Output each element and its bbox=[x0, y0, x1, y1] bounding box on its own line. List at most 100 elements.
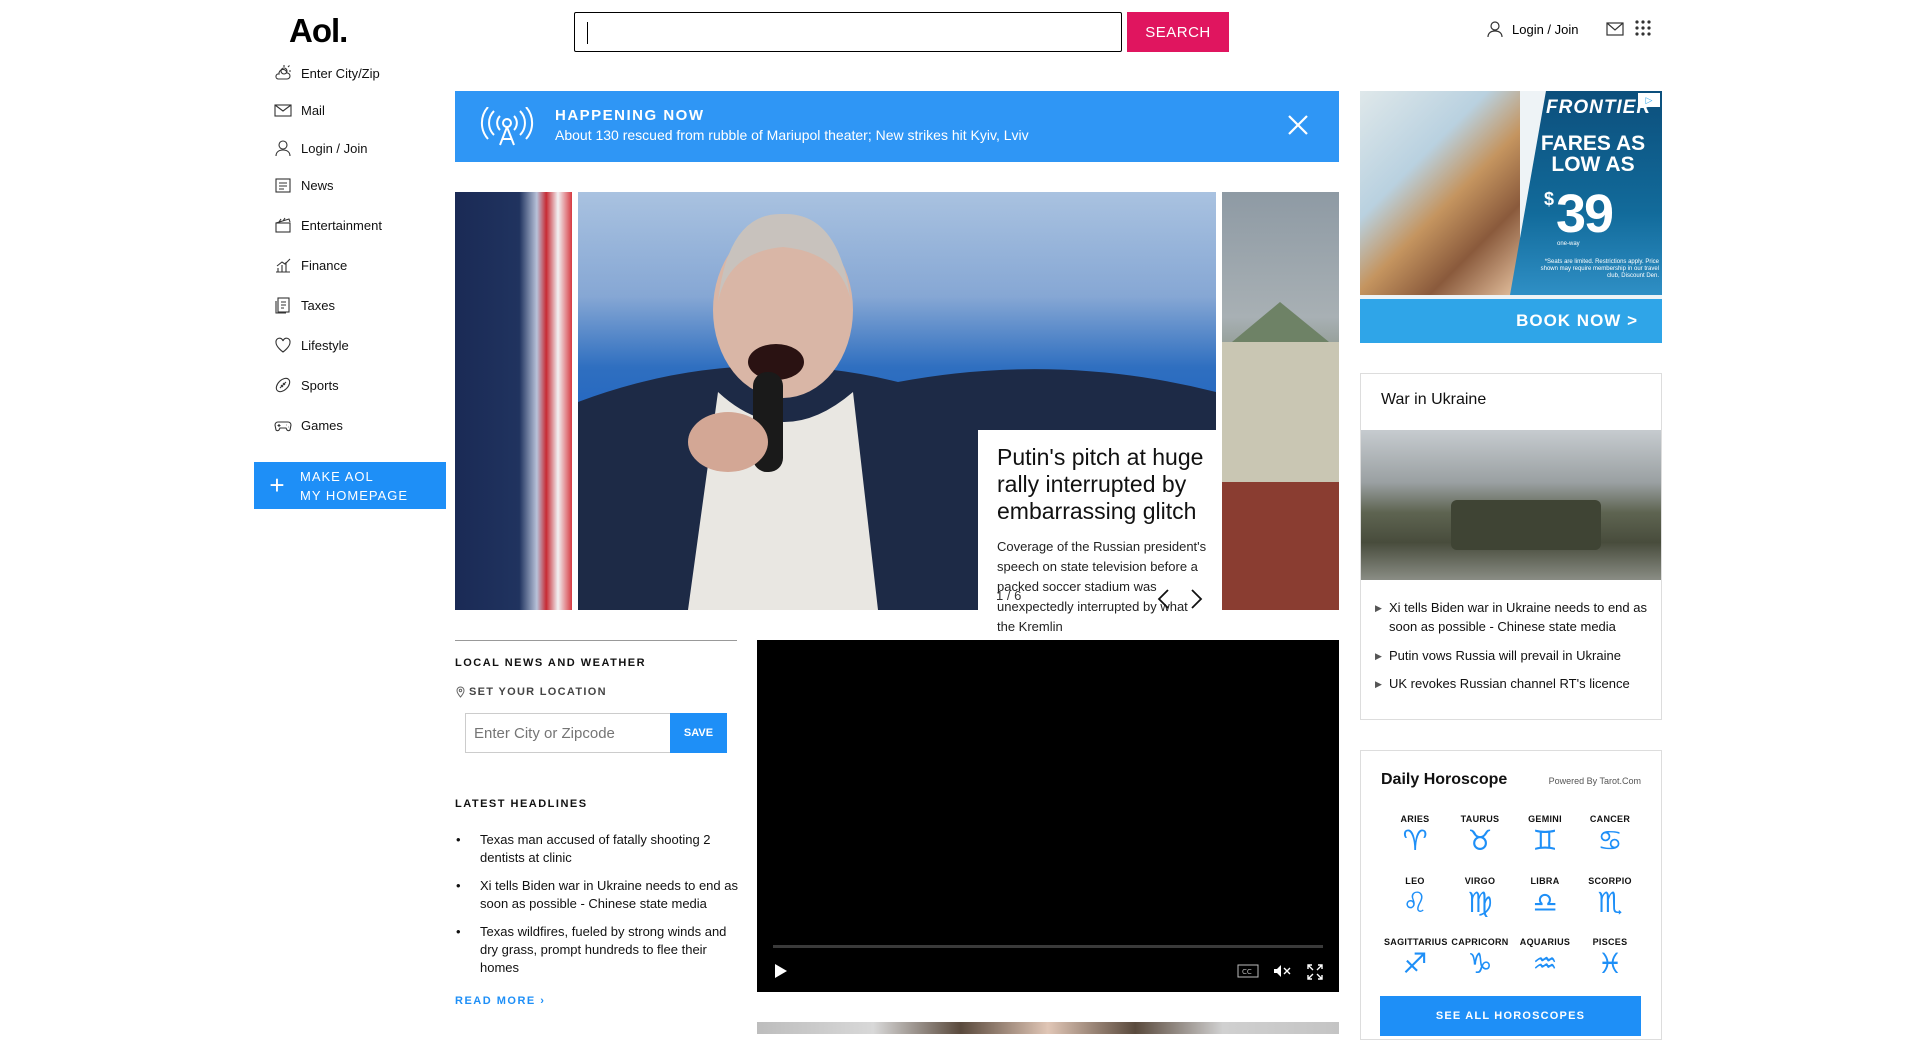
sidebar-item-taxes[interactable]: Taxes bbox=[274, 296, 335, 314]
broadcast-icon bbox=[480, 107, 534, 146]
sidebar-item-games[interactable]: Games bbox=[274, 416, 343, 434]
sign-name: ARIES bbox=[1400, 814, 1430, 824]
heart-icon bbox=[275, 337, 291, 353]
gamepad-icon bbox=[274, 421, 292, 432]
sign-scorpio[interactable]: SCORPIO ♏ bbox=[1579, 876, 1641, 920]
set-location-link[interactable]: SET YOUR LOCATION bbox=[456, 686, 607, 698]
leo-icon: ♌ bbox=[1402, 886, 1428, 919]
carousel-story-card[interactable]: Putin's pitch at huge rally interrupted … bbox=[978, 430, 1222, 642]
save-location-button[interactable]: SAVE bbox=[670, 713, 727, 753]
sidebar-item-weather[interactable]: Enter City/Zip bbox=[274, 64, 380, 82]
ad-brand: FRONTIER bbox=[1546, 97, 1652, 118]
sign-leo[interactable]: LEO ♌ bbox=[1384, 876, 1446, 920]
kremlin-photo-illustration bbox=[1222, 302, 1339, 610]
sign-taurus[interactable]: TAURUS ♉ bbox=[1449, 814, 1511, 858]
capricorn-icon: ♑ bbox=[1467, 947, 1493, 980]
book-now-button[interactable]: BOOK NOW > bbox=[1360, 299, 1662, 343]
virgo-icon: ♍ bbox=[1467, 886, 1493, 919]
frontier-ad[interactable]: FRONTIER FARES AS LOW AS $ 39 one-way *S… bbox=[1360, 91, 1662, 343]
aol-logo[interactable]: Aol. bbox=[289, 12, 348, 50]
headline-item[interactable]: Xi tells Biden war in Ukraine needs to e… bbox=[456, 877, 741, 913]
sign-name: CANCER bbox=[1589, 814, 1631, 824]
headline-item[interactable]: Texas man accused of fatally shooting 2 … bbox=[456, 831, 741, 867]
user-icon bbox=[275, 140, 291, 157]
chart-icon bbox=[276, 258, 291, 273]
sign-name: LEO bbox=[1405, 876, 1425, 886]
clapperboard-icon bbox=[275, 217, 291, 233]
local-news-heading: LOCAL NEWS AND WEATHER bbox=[455, 657, 647, 669]
sidebar-item-label: Taxes bbox=[301, 297, 335, 313]
sidebar-item-login[interactable]: Login / Join bbox=[274, 139, 368, 157]
carousel-prev-slide-image[interactable] bbox=[455, 192, 572, 610]
make-homepage-button[interactable]: + MAKE AOL MY HOMEPAGE bbox=[254, 462, 446, 509]
headline-item[interactable]: Texas wildfires, fueled by strong winds … bbox=[456, 923, 741, 977]
sidebar-item-lifestyle[interactable]: Lifestyle bbox=[274, 336, 349, 354]
sidebar-item-finance[interactable]: Finance bbox=[274, 256, 347, 274]
zip-input[interactable] bbox=[465, 713, 671, 753]
sign-aries[interactable]: ARIES ♈ bbox=[1384, 814, 1446, 858]
see-all-horoscopes-button[interactable]: SEE ALL HOROSCOPES bbox=[1380, 996, 1641, 1036]
sign-libra[interactable]: LIBRA ♎ bbox=[1514, 876, 1576, 920]
ad-fine-print: *Seats are limited. Restrictions apply. … bbox=[1540, 259, 1659, 279]
weather-icon bbox=[275, 65, 291, 80]
war-in-ukraine-module: War in Ukraine Xi tells Biden war in Ukr… bbox=[1360, 373, 1662, 720]
libra-icon: ♎ bbox=[1532, 886, 1558, 919]
pisces-icon: ♓ bbox=[1597, 947, 1623, 980]
mute-icon[interactable] bbox=[1273, 964, 1291, 978]
sidebar-item-mail[interactable]: Mail bbox=[274, 101, 325, 119]
sign-sagittarius[interactable]: SAGITTARIUS ♐ bbox=[1384, 937, 1447, 981]
ad-oneway: one-way bbox=[1557, 241, 1580, 247]
sidebar-item-label: Games bbox=[301, 417, 343, 433]
war-link[interactable]: Putin vows Russia will prevail in Ukrain… bbox=[1375, 646, 1655, 666]
play-icon[interactable] bbox=[773, 962, 789, 980]
search-button[interactable]: SEARCH bbox=[1127, 12, 1229, 52]
header-login-link[interactable]: Login / Join bbox=[1486, 20, 1579, 38]
header-login-label: Login / Join bbox=[1512, 21, 1579, 37]
chevron-left-icon[interactable] bbox=[1156, 588, 1170, 610]
svg-text:CC: CC bbox=[1242, 968, 1252, 976]
sidebar-item-news[interactable]: News bbox=[274, 176, 334, 194]
sidebar-item-sports[interactable]: Sports bbox=[274, 376, 339, 394]
chevron-right-icon[interactable] bbox=[1190, 588, 1204, 610]
latest-headlines-heading: LATEST HEADLINES bbox=[455, 798, 588, 810]
football-icon bbox=[275, 377, 291, 393]
war-link[interactable]: Xi tells Biden war in Ukraine needs to e… bbox=[1375, 598, 1655, 636]
ad-fares: FARES AS LOW AS bbox=[1540, 132, 1646, 176]
close-icon[interactable] bbox=[1287, 114, 1309, 136]
mail-icon[interactable] bbox=[1606, 22, 1624, 36]
sign-virgo[interactable]: VIRGO ♍ bbox=[1449, 876, 1511, 920]
set-location-label: SET YOUR LOCATION bbox=[469, 686, 607, 698]
make-home-line1: MAKE AOL bbox=[300, 468, 374, 484]
sidebar-item-label: Entertainment bbox=[301, 217, 382, 233]
sidebar-item-entertainment[interactable]: Entertainment bbox=[274, 216, 382, 234]
read-more-link[interactable]: READ MORE › bbox=[455, 995, 545, 1007]
carousel-next-slide-image[interactable] bbox=[1222, 192, 1339, 610]
story-title[interactable]: Putin's pitch at huge rally interrupted … bbox=[997, 444, 1208, 525]
video-progress-bar[interactable] bbox=[773, 945, 1323, 948]
happening-now-banner[interactable]: HAPPENING NOW About 130 rescued from rub… bbox=[455, 91, 1339, 162]
war-image[interactable] bbox=[1361, 430, 1661, 580]
next-video-thumbnail[interactable] bbox=[757, 1022, 1339, 1034]
video-player[interactable]: CC bbox=[757, 640, 1339, 992]
scorpio-icon: ♏ bbox=[1597, 886, 1623, 919]
search-input[interactable] bbox=[574, 12, 1122, 52]
sidebar-item-label: Mail bbox=[301, 102, 325, 118]
sign-name: SCORPIO bbox=[1588, 876, 1632, 886]
ad-price: 39 bbox=[1556, 184, 1614, 244]
sign-cancer[interactable]: CANCER ♋ bbox=[1579, 814, 1641, 858]
sign-aquarius[interactable]: AQUARIUS ♒ bbox=[1514, 937, 1576, 981]
aquarius-icon: ♒ bbox=[1532, 947, 1558, 980]
sign-gemini[interactable]: GEMINI ♊ bbox=[1514, 814, 1576, 858]
happening-now-text[interactable]: About 130 rescued from rubble of Mariupo… bbox=[555, 127, 1029, 143]
fullscreen-icon[interactable] bbox=[1307, 964, 1323, 980]
sign-capricorn[interactable]: CAPRICORN ♑ bbox=[1449, 937, 1511, 981]
sign-name: LIBRA bbox=[1530, 876, 1560, 886]
war-link[interactable]: UK revokes Russian channel RT's licence bbox=[1375, 674, 1655, 694]
closed-captions-icon[interactable]: CC bbox=[1237, 964, 1259, 978]
location-pin-icon bbox=[456, 686, 465, 698]
sign-name: CAPRICORN bbox=[1451, 937, 1509, 947]
sign-pisces[interactable]: PISCES ♓ bbox=[1579, 937, 1641, 981]
adchoices-icon[interactable]: ▷ bbox=[1638, 93, 1660, 107]
war-title[interactable]: War in Ukraine bbox=[1381, 391, 1486, 409]
apps-grid-icon[interactable] bbox=[1634, 19, 1652, 37]
